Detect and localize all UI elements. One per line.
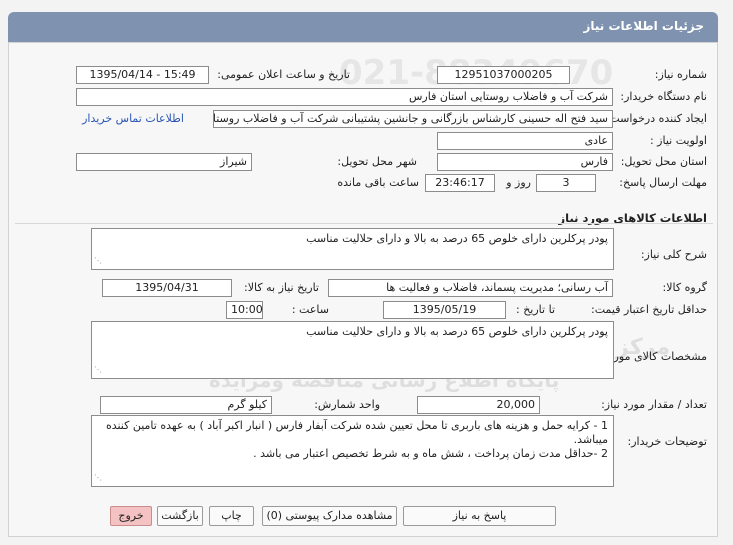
unit-label: واحد شمارش:	[314, 398, 380, 411]
time-left-label: ساعت باقی مانده	[337, 176, 419, 189]
province-label: استان محل تحویل:	[620, 155, 707, 168]
need-date-field: 1395/04/31	[102, 279, 232, 297]
days-field: 3	[536, 174, 596, 192]
buyer-notes-label: توضیحات خریدار:	[627, 435, 708, 448]
buyer-notes-line-1: 1 - کرایه حمل و هزینه های باربری تا محل …	[105, 419, 608, 446]
min-validity-label: حداقل تاریخ اعتبار قیمت:	[591, 303, 707, 316]
requester-label: ایجاد کننده درخواست:	[605, 112, 707, 125]
resize-grip-icon[interactable]: ⋰	[94, 471, 102, 485]
city-label: شهر محل تحویل:	[337, 155, 417, 168]
specs-text: پودر پرکلرین دارای خلوص 65 درصد به بالا …	[306, 325, 608, 338]
hour-label: ساعت :	[291, 303, 329, 316]
days-word: روز و	[506, 176, 531, 189]
exit-button[interactable]: خروج	[110, 506, 152, 526]
buyer-contact-link[interactable]: اطلاعات تماس خریدار	[82, 112, 184, 125]
page-title: جزئیات اطلاعات نیاز	[8, 12, 718, 42]
time-left-field: 23:46:17	[425, 174, 495, 192]
announce-date-label: تاریخ و ساعت اعلان عمومی:	[217, 68, 350, 81]
back-button[interactable]: بازگشت	[157, 506, 203, 526]
buyer-org-label: نام دستگاه خریدار:	[620, 90, 707, 103]
goods-group-label: گروه کالا:	[662, 281, 707, 294]
priority-field: عادی	[437, 132, 613, 150]
announce-date-field: 1395/04/14 - 15:49	[76, 66, 209, 84]
deadline-label: مهلت ارسال پاسخ:	[619, 176, 707, 189]
buyer-org-field: شرکت آب و فاضلاب روستایی استان فارس	[76, 88, 613, 106]
resize-grip-icon[interactable]: ⋰	[94, 363, 102, 377]
details-panel: 021-88349670 مرکز فراوری اطلاعات پارس نم…	[8, 42, 718, 537]
province-field: فارس	[437, 153, 613, 171]
need-date-label: تاریخ نیاز به کالا:	[244, 281, 319, 294]
hour-field: 10:00	[226, 301, 263, 319]
buyer-notes-field: 1 - کرایه حمل و هزینه های باربری تا محل …	[91, 415, 614, 487]
reply-to-need-button[interactable]: پاسخ به نیاز	[403, 506, 556, 526]
general-desc-field: پودر پرکلرین دارای خلوص 65 درصد به بالا …	[91, 228, 614, 270]
need-number-field: 12951037000205	[437, 66, 570, 84]
requester-field: سید فتح اله حسینی کارشناس بازرگانی و جان…	[213, 110, 613, 128]
until-date-label: تا تاریخ :	[516, 303, 555, 316]
resize-grip-icon[interactable]: ⋰	[94, 254, 102, 268]
goods-group-field: آب رسانی؛ مدیریت پسماند، فاضلاب و فعالیت…	[328, 279, 613, 297]
section-divider	[15, 223, 713, 224]
general-desc-label: شرح کلی نیاز:	[640, 248, 707, 261]
city-field: شیراز	[76, 153, 252, 171]
quantity-field: 20,000	[417, 396, 540, 414]
print-button[interactable]: چاپ	[209, 506, 254, 526]
general-desc-text: پودر پرکلرین دارای خلوص 65 درصد به بالا …	[306, 232, 608, 245]
specs-field: پودر پرکلرین دارای خلوص 65 درصد به بالا …	[91, 321, 614, 379]
until-date-field: 1395/05/19	[383, 301, 506, 319]
priority-label: اولویت نیاز :	[649, 134, 707, 147]
view-attachments-button[interactable]: مشاهده مدارک پیوستی (0)	[262, 506, 397, 526]
need-number-label: شماره نیاز:	[654, 68, 707, 81]
quantity-label: تعداد / مقدار مورد نیاز:	[601, 398, 707, 411]
buyer-notes-line-2: 2 -حداقل مدت زمان پرداخت ، شش ماه و به ش…	[253, 447, 608, 460]
unit-field: کیلو گرم	[100, 396, 272, 414]
